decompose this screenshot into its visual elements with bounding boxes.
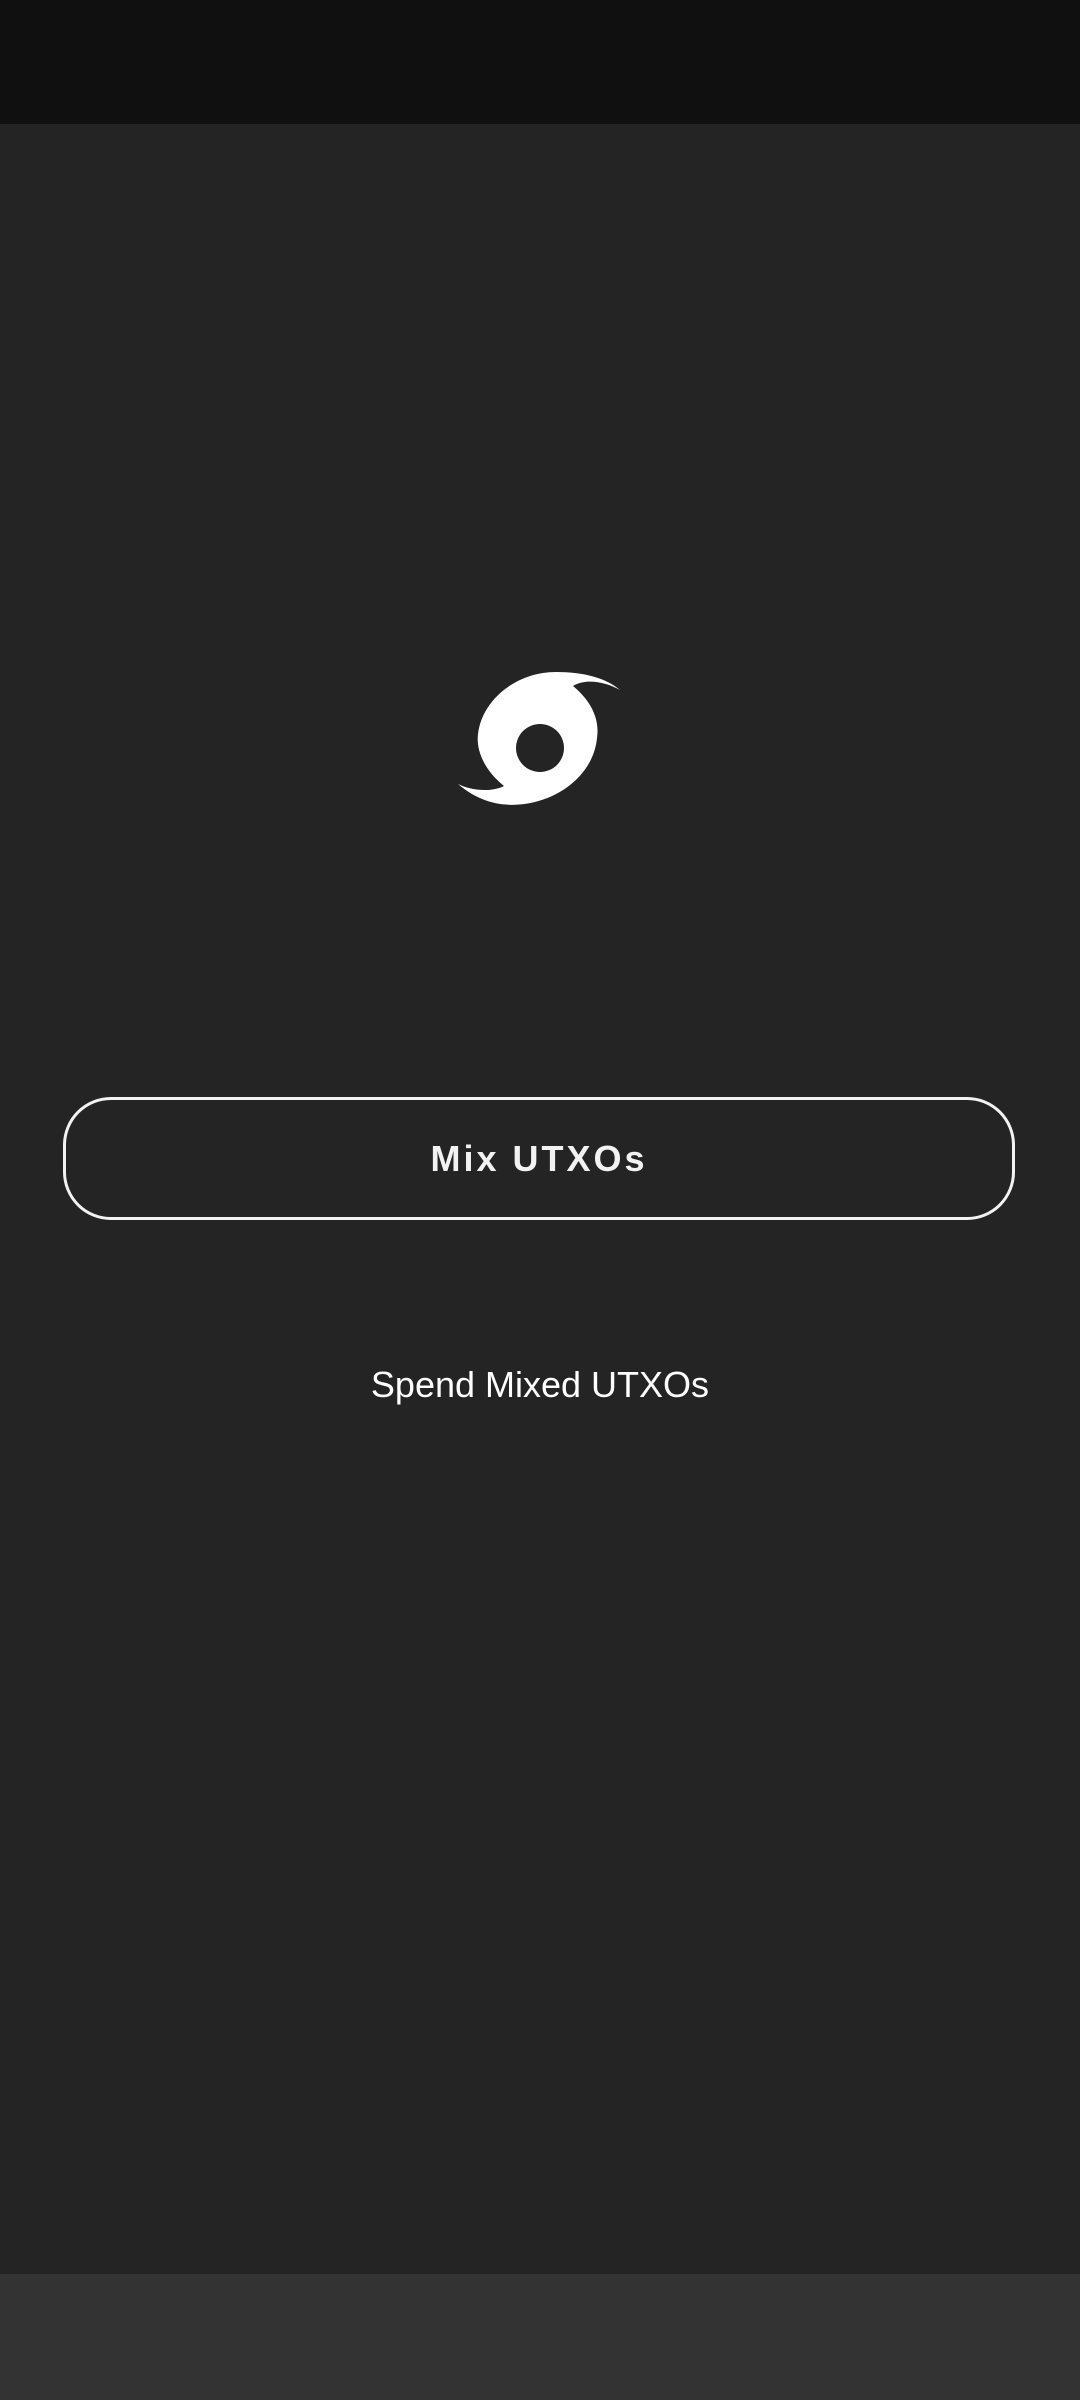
status-bar [0, 0, 1080, 124]
app-screen: Mix UTXOs Spend Mixed UTXOs [0, 0, 1080, 2400]
spend-mixed-utxos-button[interactable]: Spend Mixed UTXOs [0, 1355, 1080, 1415]
mix-utxos-button[interactable]: Mix UTXOs [63, 1097, 1015, 1220]
hurricane-icon [458, 672, 620, 805]
navigation-bar [0, 2274, 1080, 2400]
